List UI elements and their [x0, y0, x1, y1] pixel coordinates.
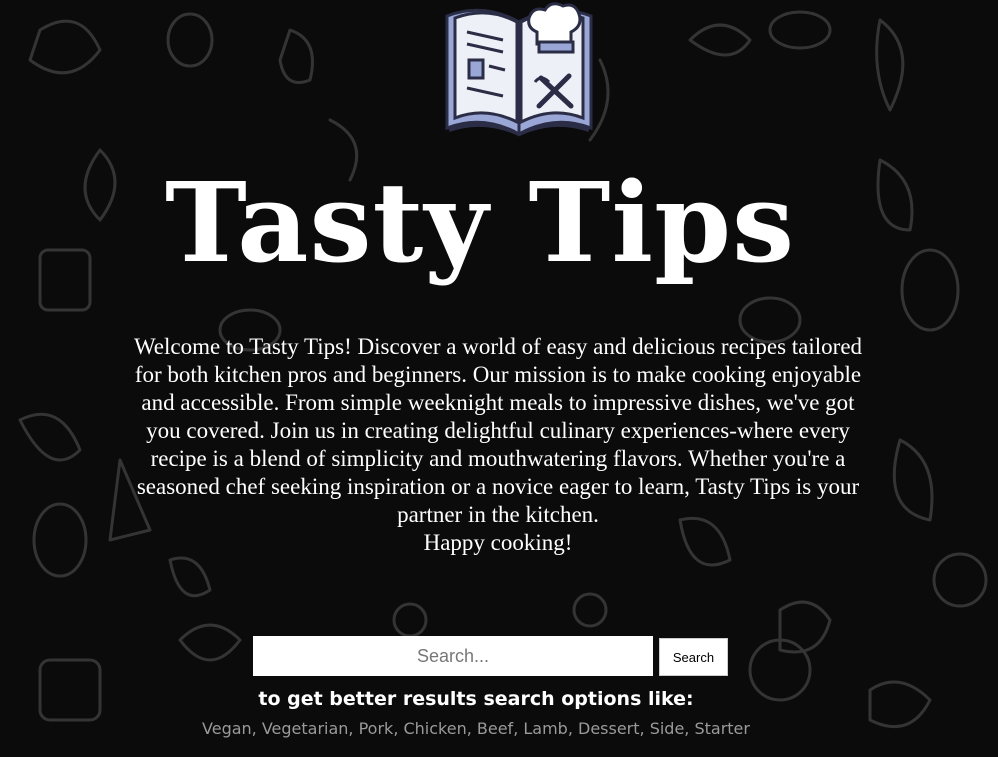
intro-text: Welcome to Tasty Tips! Discover a world … — [128, 333, 868, 557]
search-hint: to get better results search options lik… — [258, 688, 694, 710]
landing-page: Tasty Tips Welcome to Tasty Tips! Discov… — [0, 0, 998, 757]
recipe-book-chef-hat-icon — [445, 2, 593, 137]
site-title: Tasty Tips — [164, 158, 796, 287]
intro-paragraph: Welcome to Tasty Tips! Discover a world … — [133, 334, 863, 527]
search-button[interactable]: Search — [659, 638, 728, 676]
search-options-list: Vegan, Vegetarian, Pork, Chicken, Beef, … — [202, 719, 750, 738]
search-input[interactable] — [253, 636, 653, 676]
intro-signoff: Happy cooking! — [423, 530, 573, 555]
